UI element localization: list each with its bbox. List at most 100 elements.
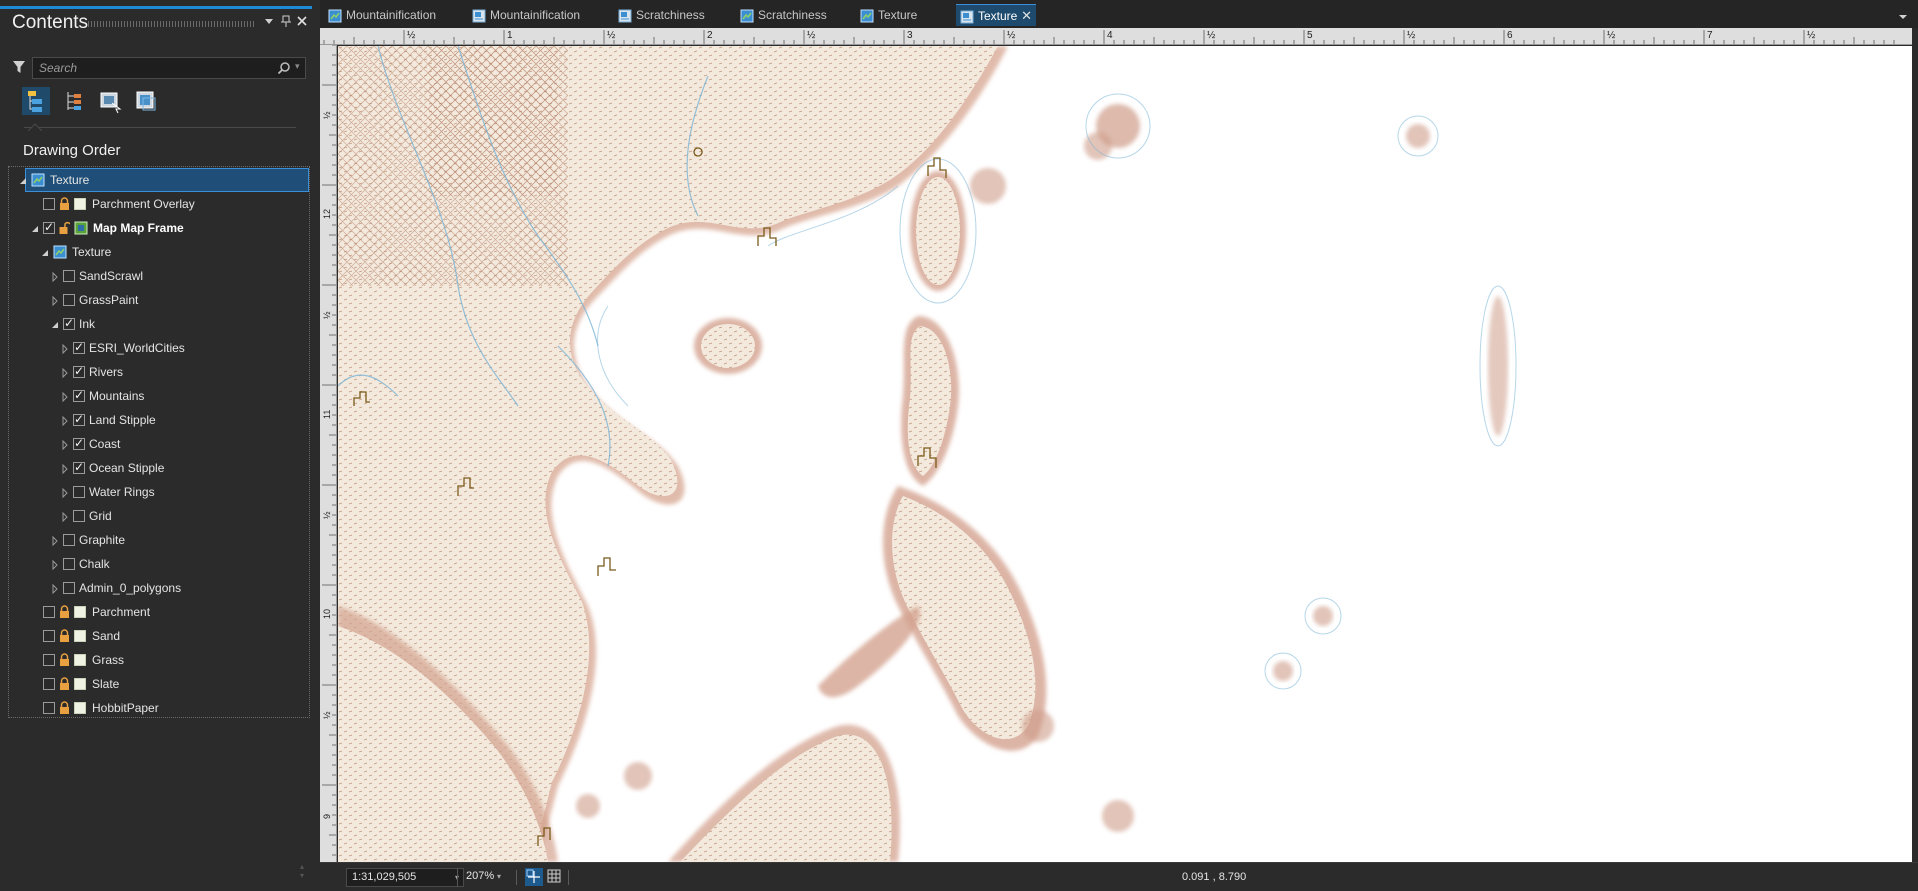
list-by-editing-icon[interactable]	[132, 87, 160, 115]
tab-overflow-chevron-icon[interactable]	[1898, 10, 1908, 19]
layer-row[interactable]: HobbitPaper	[9, 696, 309, 720]
expand-triangle-icon[interactable]	[51, 271, 59, 283]
layer-row[interactable]: Land Stipple	[9, 408, 309, 432]
visibility-checkbox[interactable]	[43, 220, 55, 234]
visibility-checkbox[interactable]	[43, 654, 55, 666]
visibility-checkbox[interactable]	[43, 606, 55, 618]
expand-triangle-icon[interactable]	[61, 463, 69, 475]
pane-drag-grip[interactable]	[88, 21, 256, 27]
collapse-triangle-icon[interactable]	[31, 223, 39, 233]
visibility-checkbox[interactable]	[63, 582, 75, 594]
expand-triangle-icon[interactable]	[61, 367, 69, 379]
expand-triangle-icon[interactable]	[61, 415, 69, 427]
view-tab[interactable]: Texture	[856, 4, 926, 26]
list-by-drawing-order-icon[interactable]	[22, 87, 50, 115]
layer-row[interactable]: SandScrawl	[9, 264, 309, 288]
layer-row[interactable]: Texture	[9, 240, 309, 264]
expand-triangle-icon[interactable]	[61, 343, 69, 355]
zoom-dropdown[interactable]: 207% ▾	[457, 868, 505, 887]
layer-row[interactable]: Slate	[9, 672, 309, 696]
layer-row[interactable]: Sand	[9, 624, 309, 648]
view-tab[interactable]: Texture ✕	[956, 4, 1036, 26]
visibility-checkbox[interactable]	[43, 198, 55, 210]
view-tab[interactable]: Scratchiness	[736, 4, 827, 26]
close-pane-icon[interactable]	[295, 14, 309, 28]
view-tab[interactable]: Mountainification	[324, 4, 438, 26]
expand-triangle-icon[interactable]	[51, 559, 59, 571]
expand-triangle-icon[interactable]	[61, 391, 69, 403]
layer-row[interactable]: GrassPaint	[9, 288, 309, 312]
visibility-checkbox[interactable]	[73, 460, 85, 474]
layer-row[interactable]: Parchment Overlay	[9, 192, 309, 216]
zoom-chevron-down-icon[interactable]: ▾	[497, 868, 501, 885]
collapse-triangle-icon[interactable]	[51, 319, 59, 329]
search-box[interactable]: ▾	[32, 57, 306, 79]
search-options-chevron-icon[interactable]: ▾	[295, 61, 300, 72]
visibility-checkbox[interactable]	[73, 436, 85, 450]
visibility-checkbox[interactable]	[73, 388, 85, 402]
lock-icon[interactable]	[59, 605, 70, 619]
expand-triangle-icon[interactable]	[61, 487, 69, 499]
search-input[interactable]	[39, 60, 269, 76]
layer-row[interactable]: Parchment	[9, 600, 309, 624]
layer-row[interactable]: Ink	[9, 312, 309, 336]
view-tab[interactable]: Scratchiness	[614, 4, 706, 26]
layer-row[interactable]: Water Rings	[9, 480, 309, 504]
layer-row[interactable]: Ocean Stipple	[9, 456, 309, 480]
layer-row[interactable]: Grid	[9, 504, 309, 528]
expand-triangle-icon[interactable]	[61, 439, 69, 451]
expand-triangle-icon[interactable]	[51, 295, 59, 307]
visibility-checkbox[interactable]	[73, 510, 85, 522]
filter-icon[interactable]	[12, 60, 26, 74]
list-by-selection-icon[interactable]	[96, 87, 124, 115]
expand-triangle-icon[interactable]	[51, 535, 59, 547]
visibility-checkbox[interactable]	[63, 558, 75, 570]
list-by-source-icon[interactable]	[60, 87, 88, 115]
visibility-checkbox[interactable]	[43, 678, 55, 690]
pin-icon[interactable]	[279, 14, 293, 28]
ruler-label: 10	[322, 609, 332, 619]
layer-row[interactable]: Map Map Frame	[9, 216, 309, 240]
visibility-checkbox[interactable]	[63, 270, 75, 282]
visibility-checkbox[interactable]	[73, 340, 85, 354]
layer-row[interactable]: Chalk	[9, 552, 309, 576]
visibility-checkbox[interactable]	[63, 534, 75, 546]
layer-row[interactable]: ESRI_WorldCities	[9, 336, 309, 360]
layer-row[interactable]: Admin_0_polygons	[9, 576, 309, 600]
tab-label: Mountainification	[490, 8, 581, 22]
visibility-checkbox[interactable]	[73, 486, 85, 498]
tab-label: Scratchiness	[758, 8, 827, 22]
collapse-triangle-icon[interactable]	[41, 247, 49, 257]
visibility-checkbox[interactable]	[43, 630, 55, 642]
layer-row[interactable]: Coast	[9, 432, 309, 456]
visibility-checkbox[interactable]	[43, 702, 55, 714]
expand-triangle-icon[interactable]	[51, 583, 59, 595]
lock-icon[interactable]	[59, 629, 70, 643]
collapse-triangle-icon[interactable]	[19, 175, 27, 185]
visibility-checkbox[interactable]	[63, 294, 75, 306]
lock-icon[interactable]	[59, 677, 70, 691]
view-tab[interactable]: Mountainification	[468, 4, 584, 26]
layer-row[interactable]: Mountains	[9, 384, 309, 408]
visibility-checkbox[interactable]	[73, 412, 85, 426]
visibility-checkbox[interactable]	[73, 364, 85, 378]
snapping-icon[interactable]	[525, 868, 543, 886]
horizontal-ruler: ½ 1 ½ 2 ½ 3 ½ 4 ½ 5 ½ 6 ½ 7 ½	[320, 28, 1912, 45]
visibility-checkbox[interactable]	[63, 316, 75, 330]
pane-options-icon[interactable]	[262, 14, 276, 28]
lock-icon[interactable]	[59, 197, 70, 211]
layer-row[interactable]: Rivers	[9, 360, 309, 384]
grid-icon[interactable]	[547, 869, 561, 883]
lock-icon[interactable]	[59, 653, 70, 667]
scale-dropdown[interactable]: 1:31,029,505 ▾	[346, 868, 464, 887]
layer-row[interactable]: Graphite	[9, 528, 309, 552]
unlock-icon[interactable]	[59, 221, 71, 235]
layer-row[interactable]: Texture	[9, 168, 309, 192]
search-icon[interactable]	[277, 61, 291, 75]
lock-icon[interactable]	[59, 701, 70, 715]
pane-resize-grip[interactable]: ▴ ▾	[300, 862, 304, 880]
expand-triangle-icon[interactable]	[61, 511, 69, 523]
close-tab-icon[interactable]: ✕	[1021, 5, 1032, 27]
layer-row[interactable]: Grass	[9, 648, 309, 672]
map-canvas[interactable]	[338, 46, 1912, 862]
